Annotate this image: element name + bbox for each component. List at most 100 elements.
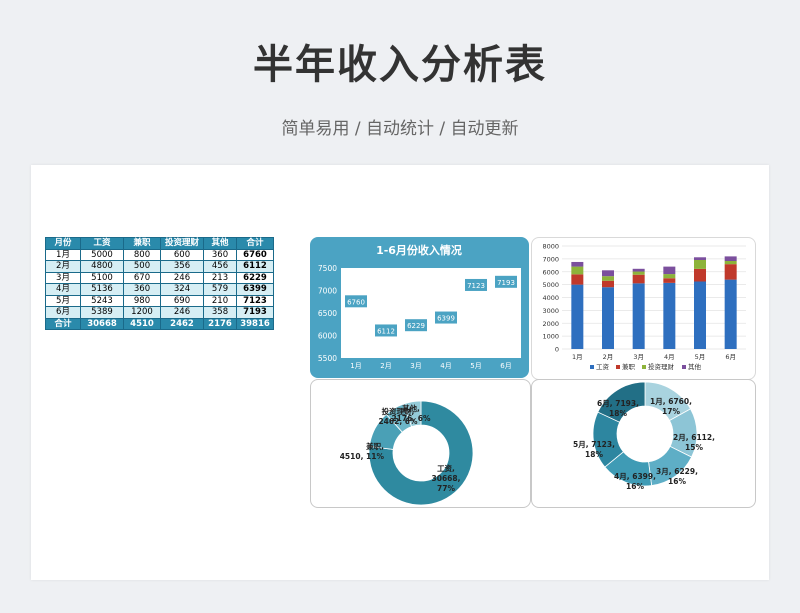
- bar-segment: [724, 260, 737, 265]
- table-cell[interactable]: 2176: [203, 317, 237, 330]
- data-label: 5月, 7123,: [573, 440, 615, 449]
- bar-segment: [724, 279, 737, 349]
- bar-segment: [694, 281, 706, 349]
- data-label: 6399: [437, 315, 455, 323]
- y-tick-label: 6500: [318, 309, 337, 318]
- table-cell[interactable]: 2月: [45, 260, 81, 273]
- table-cell[interactable]: 30668: [80, 317, 124, 330]
- column-header[interactable]: 投资理财: [160, 237, 204, 250]
- bar-segment: [663, 266, 676, 275]
- y-tick-label: 8000: [542, 243, 559, 251]
- month-donut-panel[interactable]: 1月, 6760, 17% 2月, 6112, 15% 3月, 6229, 16% 4月, …: [531, 379, 756, 508]
- data-label: 15%: [685, 443, 703, 452]
- category-donut-panel[interactable]: 工资, 30668, 77% 兼职, 4510, 11% 投资理财, 2462, 6% 其他,…: [310, 379, 531, 508]
- table-cell[interactable]: 213: [203, 271, 237, 284]
- data-label: 16%: [668, 477, 686, 486]
- table-cell[interactable]: 5月: [45, 294, 81, 307]
- page-subtitle: 简单易用 / 自动统计 / 自动更新: [281, 119, 519, 139]
- column-header[interactable]: 工资: [80, 237, 124, 250]
- column-header[interactable]: 其他: [203, 237, 237, 250]
- table-header-row: 月份 工资 兼职 投资理财 其他 合计: [45, 237, 274, 250]
- stacked-bar-chart-panel[interactable]: 0 1000 2000 3000 4000 5000 6000 7000 8000 1月 2月 3月 4…: [531, 237, 756, 380]
- table-cell[interactable]: 579: [203, 283, 237, 296]
- table-cell[interactable]: 1月: [45, 248, 81, 261]
- table-cell[interactable]: 690: [160, 294, 204, 307]
- data-label: 兼职,: [365, 441, 384, 451]
- x-tick-label: 2月: [380, 362, 391, 370]
- y-tick-label: 7000: [318, 287, 337, 296]
- bar-segment: [724, 256, 737, 261]
- column-header[interactable]: 合计: [236, 237, 274, 250]
- table-cell[interactable]: 5000: [80, 248, 124, 261]
- table-cell-total[interactable]: 7193: [236, 306, 274, 319]
- table-cell[interactable]: 6月: [45, 306, 81, 319]
- data-label: 17%: [662, 407, 680, 416]
- table-cell[interactable]: 4510: [123, 317, 161, 330]
- table-cell[interactable]: 1200: [123, 306, 161, 319]
- table-cell[interactable]: 合计: [45, 317, 81, 330]
- bar-segment: [694, 268, 706, 282]
- data-label: 77%: [437, 484, 455, 493]
- line-chart-panel[interactable]: 1-6月份收入情况 5500 6000 6500 7000 7500 1月 6760 2月 611…: [310, 237, 529, 378]
- table-cell[interactable]: 4800: [80, 260, 124, 273]
- table-cell[interactable]: 670: [123, 271, 161, 284]
- table-total-row: 合计 30668 4510 2462 2176 39816: [45, 317, 274, 330]
- table-cell-total[interactable]: 6760: [236, 248, 274, 261]
- bar-segment: [632, 283, 645, 349]
- plot-area: [341, 268, 521, 358]
- table-cell[interactable]: 4月: [45, 283, 81, 296]
- table-cell[interactable]: 356: [160, 260, 204, 273]
- table-cell[interactable]: 456: [203, 260, 237, 273]
- table-cell[interactable]: 5100: [80, 271, 124, 284]
- table-cell-total[interactable]: 6112: [236, 260, 274, 273]
- table-cell[interactable]: 39816: [236, 317, 274, 330]
- table-cell[interactable]: 358: [203, 306, 237, 319]
- x-tick-label: 5月: [695, 353, 706, 361]
- table-cell[interactable]: 210: [203, 294, 237, 307]
- data-label: 18%: [609, 409, 627, 418]
- table-cell-total[interactable]: 7123: [236, 294, 274, 307]
- month-donut-chart: 1月, 6760,17%2月, 6112,15%3月, 6229,16%4月, …: [573, 381, 715, 491]
- column-header[interactable]: 月份: [45, 237, 81, 250]
- table-cell[interactable]: 980: [123, 294, 161, 307]
- bar-segment: [663, 274, 676, 279]
- column-header[interactable]: 兼职: [123, 237, 161, 250]
- x-tick-label: 1月: [572, 353, 583, 361]
- y-tick-label: 4000: [542, 294, 559, 302]
- legend-label: 投资理财: [648, 362, 675, 371]
- table-cell[interactable]: 246: [160, 306, 204, 319]
- y-tick-label: 7500: [318, 264, 337, 273]
- data-label: 7123: [467, 282, 485, 290]
- table-cell-total[interactable]: 6229: [236, 271, 274, 284]
- legend-swatch: [616, 365, 620, 369]
- bar-segment: [602, 287, 614, 349]
- table-cell[interactable]: 2462: [160, 317, 204, 330]
- table-cell[interactable]: 360: [123, 283, 161, 296]
- legend-label: 兼职: [622, 362, 636, 371]
- table-cell[interactable]: 3月: [45, 271, 81, 284]
- table-cell[interactable]: 5243: [80, 294, 124, 307]
- bar-segment: [571, 274, 584, 285]
- x-tick-label: 5月: [470, 362, 481, 370]
- table-cell-total[interactable]: 6399: [236, 283, 274, 296]
- category-donut-chart: 工资,30668,77%兼职,4510, 11%投资理财,2462, 6%其他,…: [340, 400, 474, 506]
- spreadsheet-area: 月份 工资 兼职 投资理财 其他 合计 1月 5000 800 600 360 …: [31, 165, 769, 580]
- table-cell[interactable]: 246: [160, 271, 204, 284]
- table-cell[interactable]: 500: [123, 260, 161, 273]
- y-tick-label: 1000: [542, 333, 559, 341]
- x-tick-label: 6月: [500, 362, 511, 370]
- data-label: 6229: [407, 322, 425, 330]
- table-cell[interactable]: 5136: [80, 283, 124, 296]
- table-cell[interactable]: 800: [123, 248, 161, 261]
- bar-segment: [602, 270, 614, 277]
- table-row: 4月 5136 360 324 579 6399: [45, 283, 274, 296]
- y-tick-label: 6000: [318, 332, 337, 341]
- bar-segment: [602, 280, 614, 288]
- data-label: 2月, 6112,: [673, 433, 715, 442]
- table-cell[interactable]: 5389: [80, 306, 124, 319]
- table-cell[interactable]: 600: [160, 248, 204, 261]
- table-cell[interactable]: 360: [203, 248, 237, 261]
- data-label: 18%: [585, 450, 603, 459]
- data-label: 2176, 6%: [391, 414, 431, 423]
- table-cell[interactable]: 324: [160, 283, 204, 296]
